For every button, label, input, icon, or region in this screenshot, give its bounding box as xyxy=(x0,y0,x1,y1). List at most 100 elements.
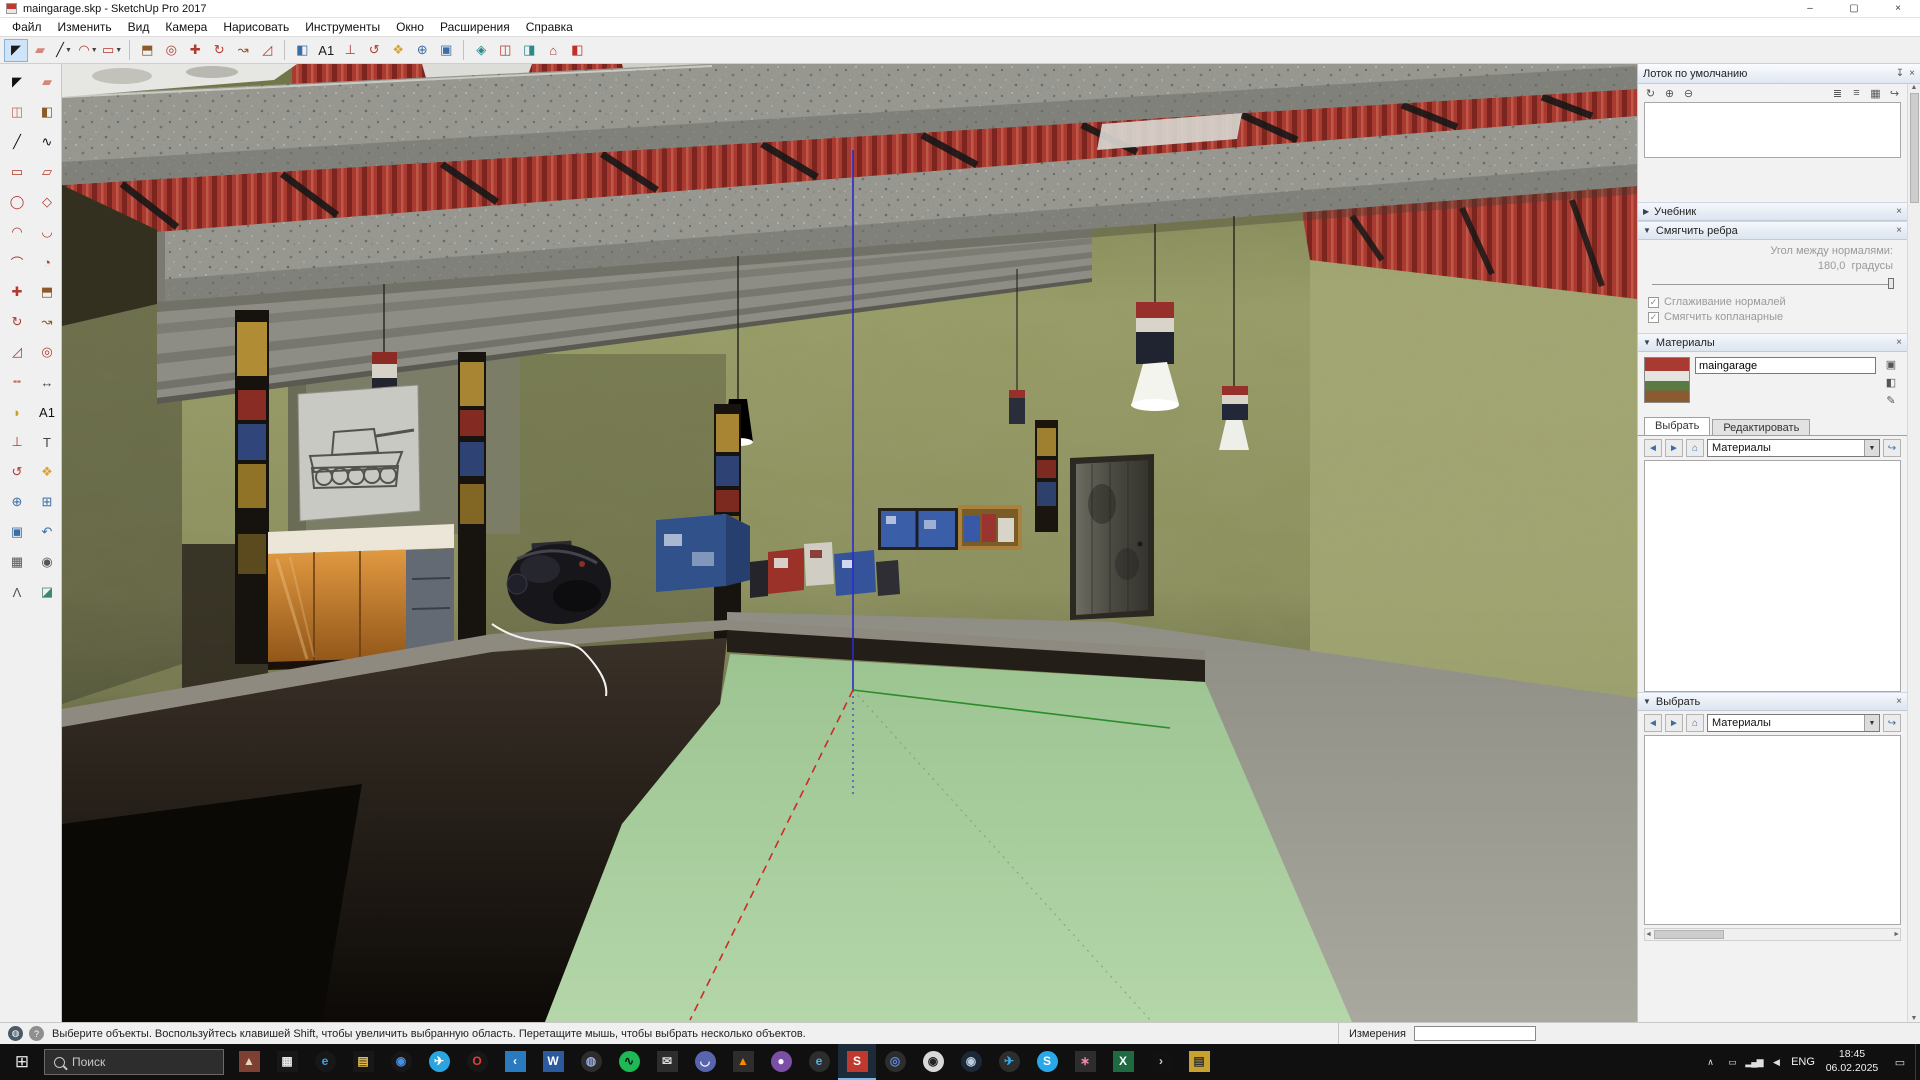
follow-me-tool[interactable]: ↝ xyxy=(33,309,61,335)
orbit-tool[interactable]: ↺ xyxy=(362,39,386,62)
network-icon[interactable]: ▂▄▆ xyxy=(1743,1044,1765,1080)
select-panel-list[interactable] xyxy=(1644,735,1901,925)
circle-tool[interactable]: ◯ xyxy=(3,189,31,215)
panel-preview-area[interactable] xyxy=(1644,102,1901,158)
scroll-thumb[interactable] xyxy=(1910,93,1919,203)
scroll-right-icon[interactable]: ► xyxy=(1893,931,1900,938)
axes-tool[interactable]: ⊥ xyxy=(338,39,362,62)
panel-header-instructor[interactable]: ▶ Учебник × xyxy=(1638,202,1907,221)
eraser-tool[interactable]: ▰ xyxy=(28,39,52,62)
text-tool[interactable]: A1 xyxy=(314,39,338,62)
tray-vertical-scrollbar[interactable]: ▲ ▼ xyxy=(1907,84,1920,1022)
zoom-extents-tool[interactable]: ▣ xyxy=(434,39,458,62)
action-center-icon[interactable]: ▭ xyxy=(1885,1044,1915,1080)
dropdown-arrow-icon[interactable]: ▼ xyxy=(1864,715,1879,731)
pie-tool[interactable]: ◔ xyxy=(33,249,61,275)
eraser-tool[interactable]: ▰ xyxy=(33,69,61,95)
zoom-tool[interactable]: ⊕ xyxy=(3,489,31,515)
extension-components-tool[interactable]: ◫ xyxy=(493,39,517,62)
material-replacer-tool[interactable]: ◧ xyxy=(565,39,589,62)
taskbar-search[interactable]: Поиск xyxy=(44,1049,224,1075)
secondary-pane-icon[interactable]: ▣ xyxy=(1884,357,1899,372)
pan-tool[interactable]: ❖ xyxy=(386,39,410,62)
thumbnails-icon[interactable]: ▦ xyxy=(1868,86,1883,101)
section-plane-tool[interactable]: ◪ xyxy=(33,579,61,605)
sync-icon[interactable]: ↻ xyxy=(1643,86,1658,101)
two-point-arc-tool[interactable]: ◡ xyxy=(33,219,61,245)
tab-select[interactable]: Выбрать xyxy=(1644,417,1710,435)
select-collection-dropdown[interactable]: Материалы ▼ xyxy=(1707,714,1880,732)
axes-tool[interactable]: ⊥ xyxy=(3,429,31,455)
menu-item[interactable]: Окно xyxy=(388,18,432,36)
scroll-up-icon[interactable]: ▲ xyxy=(1911,84,1918,91)
app-spotify[interactable]: ∿ xyxy=(610,1044,648,1080)
polygon-tool[interactable]: ◇ xyxy=(33,189,61,215)
orbit-tool[interactable]: ↺ xyxy=(3,459,31,485)
scroll-left-icon[interactable]: ◄ xyxy=(1645,931,1652,938)
app-vscode[interactable]: ‹ xyxy=(496,1044,534,1080)
app-opera[interactable]: O xyxy=(458,1044,496,1080)
smooth-normals-checkbox[interactable]: ✓ xyxy=(1648,297,1659,308)
rotated-rectangle-tool[interactable]: ▱ xyxy=(33,159,61,185)
app-notes[interactable]: ▤ xyxy=(1180,1044,1218,1080)
collapse-icon[interactable]: ▼ xyxy=(1643,338,1651,347)
paint-bucket-tool[interactable]: ◧ xyxy=(33,99,61,125)
language-indicator[interactable]: ENG xyxy=(1787,1056,1819,1068)
scale-tool[interactable]: ◿ xyxy=(3,339,31,365)
home-button[interactable]: ⌂ xyxy=(1686,714,1704,732)
panel-close-icon[interactable]: × xyxy=(1896,696,1902,707)
arc-tool[interactable]: ◠ ▼ xyxy=(76,39,100,62)
task-view-icon[interactable]: ▦ xyxy=(268,1044,306,1080)
zoom-out-icon[interactable]: ⊖ xyxy=(1681,86,1696,101)
collapse-icon[interactable]: ▼ xyxy=(1643,226,1651,235)
app-telegram[interactable]: ✈ xyxy=(420,1044,458,1080)
expand-icon[interactable]: ▶ xyxy=(1643,207,1649,216)
offset-tool[interactable]: ◎ xyxy=(33,339,61,365)
menu-item[interactable]: Нарисовать xyxy=(215,18,297,36)
push-pull-tool[interactable]: ⬒ xyxy=(33,279,61,305)
select-tool[interactable]: ◤ xyxy=(3,69,31,95)
material-name-input[interactable] xyxy=(1695,357,1876,374)
menu-item[interactable]: Справка xyxy=(518,18,581,36)
app-edge[interactable]: e xyxy=(306,1044,344,1080)
freehand-tool[interactable]: ∿ xyxy=(33,129,61,155)
app-purple-circle[interactable]: ● xyxy=(762,1044,800,1080)
chevron-up-icon[interactable]: ∧ xyxy=(1699,1044,1721,1080)
dropdown-arrow-icon[interactable]: ▼ xyxy=(65,47,72,54)
line-tool[interactable]: ╱ xyxy=(3,129,31,155)
menu-item[interactable]: Расширения xyxy=(432,18,518,36)
rectangle-tool[interactable]: ▭ xyxy=(3,159,31,185)
previous-view-tool[interactable]: ↶ xyxy=(33,519,61,545)
dropdown-arrow-icon[interactable]: ▼ xyxy=(1864,440,1879,456)
scroll-thumb[interactable] xyxy=(1654,930,1724,939)
app-internet-explorer[interactable]: e xyxy=(800,1044,838,1080)
details-icon[interactable]: ≣ xyxy=(1830,86,1845,101)
forward-button[interactable]: ► xyxy=(1665,439,1683,457)
text-tool[interactable]: A1 xyxy=(33,399,61,425)
app-browser-blue[interactable]: ◎ xyxy=(876,1044,914,1080)
walk-tool[interactable]: Λ xyxy=(3,579,31,605)
close-button[interactable]: × xyxy=(1876,0,1920,17)
panel-header-materials[interactable]: ▼ Материалы × xyxy=(1638,333,1907,352)
app-excel[interactable]: X xyxy=(1104,1044,1142,1080)
app-sketchup-pro[interactable]: S xyxy=(838,1044,876,1080)
menu-item[interactable]: Вид xyxy=(120,18,158,36)
app-github[interactable]: ◉ xyxy=(914,1044,952,1080)
zoom-tool[interactable]: ⊕ xyxy=(410,39,434,62)
menu-item[interactable]: Инструменты xyxy=(297,18,388,36)
materials-list[interactable] xyxy=(1644,460,1901,692)
collapse-icon[interactable]: ▼ xyxy=(1643,697,1651,706)
dropdown-arrow-icon[interactable]: ▼ xyxy=(91,47,98,54)
line-tool[interactable]: ╱ ▼ xyxy=(52,39,76,62)
extension-styles-tool[interactable]: ◨ xyxy=(517,39,541,62)
dimension-tool[interactable]: ↔ xyxy=(33,369,61,395)
home-button[interactable]: ⌂ xyxy=(1686,439,1704,457)
panel-header-select[interactable]: ▼ Выбрать × xyxy=(1638,692,1907,711)
3d-text-tool[interactable]: Т xyxy=(33,429,61,455)
app-file-explorer[interactable]: ▤ xyxy=(344,1044,382,1080)
pin-icon[interactable]: ↧ xyxy=(1896,68,1904,79)
extension-view-tool[interactable]: ◈ xyxy=(469,39,493,62)
sample-dropper-icon[interactable]: ✎ xyxy=(1884,393,1899,408)
panel-header-soften-edges[interactable]: ▼ Смягчить ребра × xyxy=(1638,221,1907,240)
arc-tool[interactable]: ◠ xyxy=(3,219,31,245)
